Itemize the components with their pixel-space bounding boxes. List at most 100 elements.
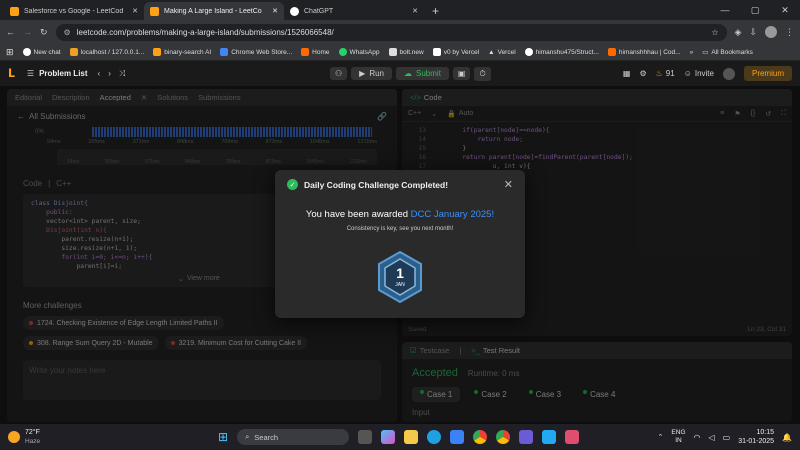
bookmark-8[interactable]: ▲ Vercel — [488, 49, 516, 56]
chrome-icon[interactable] — [473, 430, 488, 444]
chat-icon — [22, 48, 31, 56]
extensions-icon[interactable]: ◈ — [735, 27, 742, 38]
browser-tab-bar: Salesforce vs Google - LeetCod ✕ Making … — [0, 0, 800, 20]
browser-tab-1[interactable]: Making A Large Island - LeetCo ✕ — [144, 2, 284, 20]
maximize-icon[interactable]: ▢ — [740, 0, 770, 20]
check-circle-icon: ✓ — [287, 179, 298, 190]
snipping-tool-icon[interactable] — [565, 430, 580, 444]
reload-icon[interactable]: ↻ — [40, 27, 48, 38]
bookmark-4[interactable]: Home — [301, 48, 330, 56]
badge-number: 1 — [396, 265, 404, 281]
search-icon: ⌕ — [245, 432, 250, 441]
weather-widget[interactable]: 72°F Haze — [0, 428, 80, 446]
github-icon — [524, 48, 533, 56]
leetcode-logo-icon[interactable]: ᒪ — [8, 67, 15, 80]
user-avatar[interactable] — [722, 67, 735, 80]
menu-icon[interactable]: ⋮ — [785, 27, 794, 38]
wifi-icon[interactable]: ◠ — [694, 433, 701, 442]
file-explorer-icon[interactable] — [404, 430, 419, 444]
profile-avatar[interactable] — [765, 26, 777, 38]
downloads-icon[interactable]: ⇩ — [749, 27, 757, 38]
awarded-text: You have been awarded — [305, 209, 409, 220]
settings-gear-icon[interactable]: ⚙ — [639, 69, 646, 78]
browser-tab-0[interactable]: Salesforce vs Google - LeetCod ✕ — [4, 2, 144, 20]
bookmark-2[interactable]: binary-search AI — [153, 48, 211, 56]
bookmark-6[interactable]: bolt.new — [388, 48, 424, 56]
bookmark-5[interactable]: WhatsApp — [338, 48, 380, 56]
notification-icon[interactable]: 🔔 — [782, 433, 792, 442]
new-tab-button[interactable]: + — [432, 4, 439, 18]
bookmark-star-icon[interactable]: ☆ — [711, 28, 718, 37]
debug-icon[interactable]: ⚇ — [330, 67, 348, 80]
shuffle-icon[interactable]: ⤨ — [119, 69, 125, 79]
copilot-app-icon[interactable] — [519, 430, 534, 444]
fire-icon: ♨ — [655, 69, 663, 78]
bookmark-9[interactable]: himanshu475/Struct... — [524, 48, 599, 56]
browser-tab-2[interactable]: ChatGPT ✕ — [284, 2, 424, 20]
bookmark-7[interactable]: v0 by Vercel — [432, 48, 479, 56]
premium-button[interactable]: Premium — [743, 66, 792, 81]
modal-title: Daily Coding Challenge Completed! — [304, 179, 449, 190]
user-add-icon: ☺ — [683, 69, 692, 78]
site-info-icon[interactable]: ⚙ — [64, 28, 71, 37]
windows-start-icon[interactable]: ⊞ — [218, 430, 228, 444]
close-icon[interactable]: ✕ — [504, 178, 513, 191]
prev-problem-icon[interactable]: ‹ — [98, 69, 101, 78]
invite-button[interactable]: ☺ Invite — [684, 69, 714, 78]
chrome-dev-icon[interactable] — [496, 430, 511, 444]
volume-icon[interactable]: ◁ — [709, 433, 715, 442]
problem-list-icon[interactable]: ☰ — [27, 69, 34, 78]
close-tab-icon[interactable]: ✕ — [412, 7, 418, 15]
apps-grid-icon[interactable]: ⊞ — [6, 47, 14, 58]
close-tab-icon[interactable]: ✕ — [272, 7, 278, 15]
problem-list-button[interactable]: Problem List — [39, 69, 87, 78]
more-bookmarks[interactable]: » — [690, 49, 694, 56]
leetcode-header: ᒪ ☰ Problem List ‹ › ⤨ ⚇ ▶ Run ☁ Submit ▣ … — [0, 61, 800, 86]
address-bar-row: ← → ↻ ⚙ leetcode.com/problems/making-a-l… — [0, 20, 800, 44]
dcc-award-modal: ✓ Daily Coding Challenge Completed! ✕ Yo… — [275, 170, 525, 318]
run-button[interactable]: ▶ Run — [351, 67, 393, 80]
battery-icon[interactable]: ▭ — [723, 433, 731, 442]
temperature: 72°F — [25, 429, 40, 436]
bookmark-10[interactable]: himanshhhau | Cod... — [607, 48, 681, 56]
language-indicator[interactable]: ENG IN — [671, 429, 685, 445]
task-view-icon[interactable] — [358, 430, 373, 444]
copilot-icon[interactable] — [381, 430, 396, 444]
layout-icon[interactable]: ▦ — [623, 69, 631, 78]
back-icon[interactable]: ← — [6, 27, 15, 37]
tab-title: Salesforce vs Google - LeetCod — [24, 7, 124, 15]
chevron-up-icon[interactable]: ⌃ — [658, 433, 664, 441]
taskbar-search[interactable]: ⌕ Search — [237, 429, 350, 445]
vercel-triangle-icon: ▲ — [488, 48, 495, 56]
vscode-icon[interactable] — [542, 430, 557, 444]
phpmyadmin-icon — [69, 48, 78, 56]
minimize-icon[interactable]: — — [710, 0, 740, 20]
chatgpt-favicon-icon — [290, 6, 299, 16]
close-window-icon[interactable]: ✕ — [770, 0, 800, 20]
timer-icon[interactable]: ⏱ — [474, 66, 491, 81]
bookmark-3[interactable]: Chrome Web Store... — [220, 48, 292, 56]
bookmark-1[interactable]: localhost / 127.0.0.1... — [69, 48, 144, 56]
submit-button[interactable]: ☁ Submit — [396, 67, 449, 80]
folder-icon: ▭ — [702, 49, 709, 56]
forward-icon[interactable]: → — [23, 27, 32, 37]
store-icon[interactable] — [450, 430, 465, 444]
weather-text: Haze — [25, 438, 41, 445]
leetcode-favicon-icon — [10, 6, 19, 16]
tab-title: Making A Large Island - LeetCo — [164, 7, 262, 15]
url-text: leetcode.com/problems/making-a-large-isl… — [76, 27, 334, 37]
next-problem-icon[interactable]: › — [108, 69, 111, 78]
codolio-icon — [607, 48, 616, 56]
clock[interactable]: 10:15 31-01-2025 — [738, 428, 774, 446]
badge-month: JAN — [395, 282, 405, 288]
close-tab-icon[interactable]: ✕ — [132, 7, 138, 15]
streak-counter[interactable]: ♨ 91 — [656, 69, 675, 78]
notes-icon[interactable]: ▣ — [452, 67, 471, 80]
badge-name: DCC January 2025! — [410, 209, 495, 220]
url-field[interactable]: ⚙ leetcode.com/problems/making-a-large-i… — [55, 23, 727, 41]
all-bookmarks[interactable]: ▭ All Bookmarks — [702, 48, 753, 57]
modal-subtitle: Consistency is key, see you next month! — [346, 226, 454, 232]
edge-icon[interactable] — [427, 430, 442, 444]
weather-sun-icon — [8, 431, 20, 443]
bookmark-0[interactable]: New chat — [22, 48, 61, 56]
